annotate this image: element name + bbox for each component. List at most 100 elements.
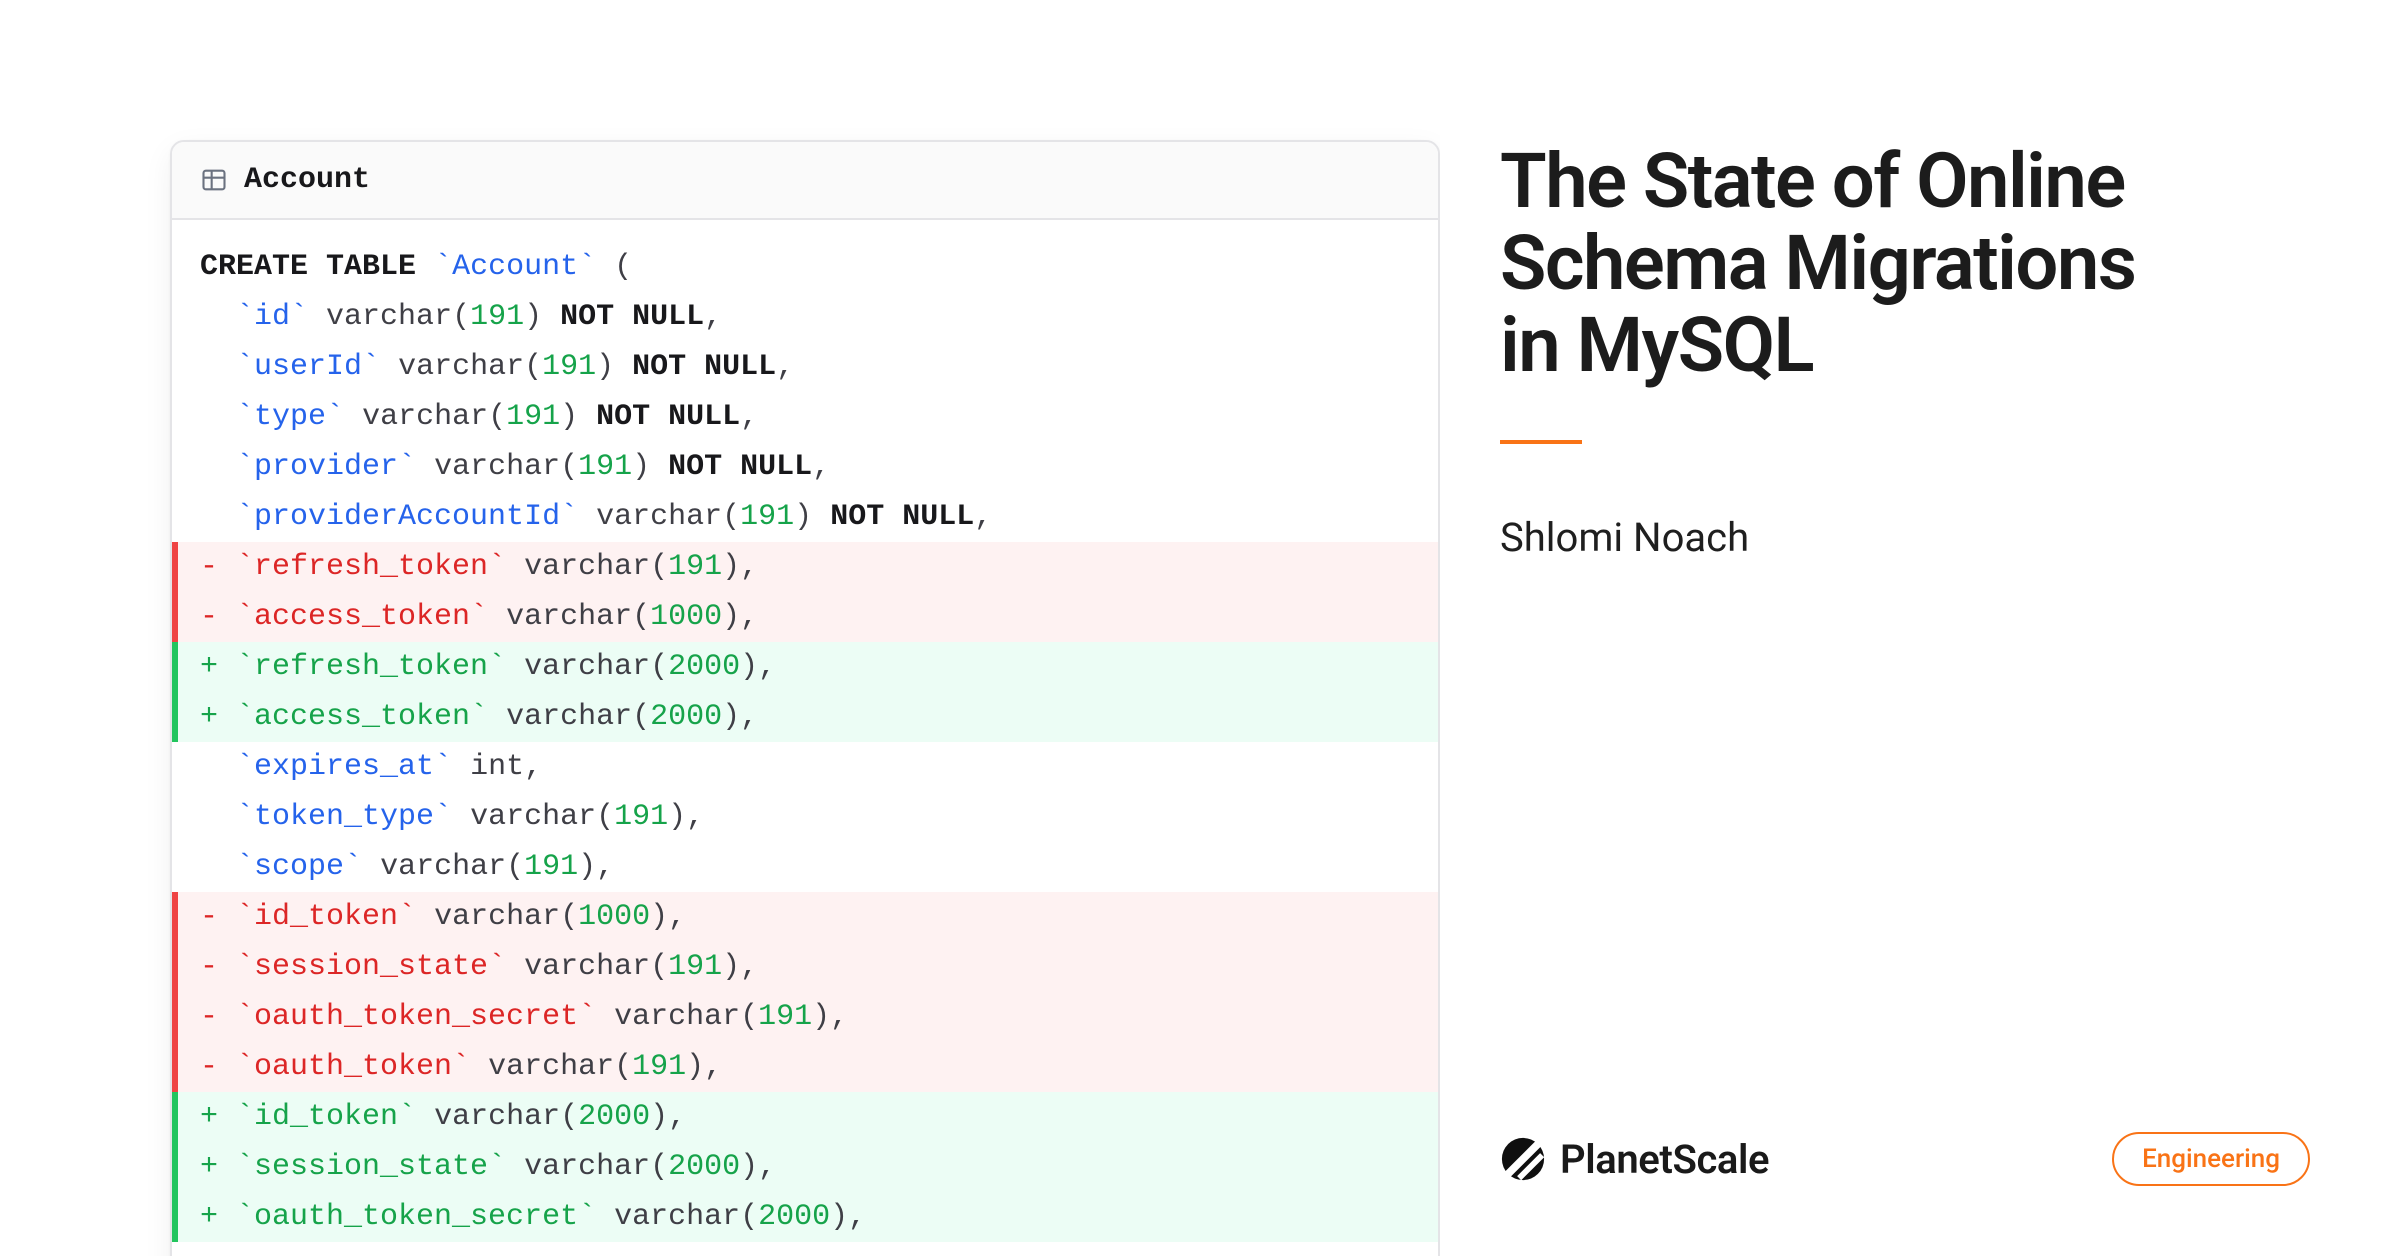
diff-sign: +	[200, 1142, 218, 1192]
sql-number: 2000	[650, 700, 722, 734]
sql-punct: )	[812, 1000, 830, 1034]
sql-identifier: `userId`	[236, 350, 380, 384]
sql-punct: )	[650, 1100, 668, 1134]
page-layout: Account CREATE TABLE `Account` ( `id` va…	[0, 0, 2400, 1256]
sql-punct: (	[740, 1200, 758, 1234]
planetscale-logo-icon	[1500, 1136, 1546, 1182]
sql-identifier: `oauth_token_secret`	[236, 1200, 596, 1234]
sql-punct: )	[668, 800, 686, 834]
sql-type: varchar	[398, 350, 524, 384]
brand-name: PlanetScale	[1560, 1136, 1769, 1183]
sql-type: varchar	[506, 700, 632, 734]
diff-line-added: + `oauth_token_secret` varchar(2000),	[172, 1192, 1438, 1242]
sql-punct: )	[596, 350, 614, 384]
sql-number: 2000	[668, 650, 740, 684]
diff-sign: -	[200, 942, 218, 992]
sql-number: 191	[524, 850, 578, 884]
sql-identifier: `access_token`	[236, 700, 488, 734]
sql-punct: (	[560, 450, 578, 484]
sql-punct: )	[632, 450, 650, 484]
sql-punct: )	[722, 600, 740, 634]
diff-line-removed: - `oauth_token_secret` varchar(191),	[172, 992, 1438, 1042]
sql-punct: ,	[668, 900, 686, 934]
article-title-line: in MySQL	[1500, 300, 1813, 390]
diff-sign: -	[200, 542, 218, 592]
sql-type: varchar	[326, 300, 452, 334]
sql-punct: )	[524, 300, 542, 334]
sql-punct: )	[740, 1150, 758, 1184]
sql-punct: )	[650, 900, 668, 934]
sql-punct: ,	[704, 1050, 722, 1084]
sql-identifier: `expires_at`	[236, 750, 452, 784]
sql-type: varchar	[488, 1050, 614, 1084]
sql-punct: (	[560, 1100, 578, 1134]
sql-number: 191	[668, 950, 722, 984]
sql-keyword: NOT NULL	[830, 500, 974, 534]
diff-line-added: + `session_state` varchar(2000),	[172, 1142, 1438, 1192]
sql-punct: (	[596, 800, 614, 834]
article-title-line: Schema Migrations	[1500, 218, 2135, 308]
sql-number: 191	[578, 450, 632, 484]
article-title-line: The State of Online	[1500, 136, 2125, 226]
sql-punct: (	[650, 550, 668, 584]
sql-number: 2000	[758, 1200, 830, 1234]
sql-type: varchar	[434, 900, 560, 934]
sql-punct: ,	[704, 300, 722, 334]
sql-identifier: `id`	[236, 300, 308, 334]
diff-line-context: `userId` varchar(191) NOT NULL,	[172, 342, 1438, 392]
sql-type: varchar	[470, 800, 596, 834]
sql-type: varchar	[434, 450, 560, 484]
sql-type: varchar	[524, 550, 650, 584]
sql-punct: ,	[740, 600, 758, 634]
diff-sign: +	[200, 1192, 218, 1242]
category-tag: Engineering	[2112, 1132, 2310, 1186]
sql-identifier: `Account`	[434, 250, 596, 284]
article-author: Shlomi Noach	[1500, 514, 2310, 561]
accent-divider	[1500, 440, 1582, 444]
diff-line-context: CREATE TABLE `Account` (	[172, 242, 1438, 292]
diff-line-removed: - `refresh_token` varchar(191),	[172, 542, 1438, 592]
diff-line-context: `provider` varchar(191) NOT NULL,	[172, 442, 1438, 492]
sql-type: varchar	[524, 950, 650, 984]
sql-type: varchar	[524, 1150, 650, 1184]
sql-punct: )	[560, 400, 578, 434]
sql-punct: ,	[686, 800, 704, 834]
sql-number: 191	[632, 1050, 686, 1084]
sql-punct: (	[650, 1150, 668, 1184]
diff-line-context: `scope` varchar(191),	[172, 842, 1438, 892]
sql-punct: )	[578, 850, 596, 884]
article-column: The State of Online Schema Migrations in…	[1440, 0, 2400, 1256]
diff-line-context: `providerAccountId` varchar(191) NOT NUL…	[172, 492, 1438, 542]
sql-punct: (	[740, 1000, 758, 1034]
diff-line-removed: - `id_token` varchar(1000),	[172, 892, 1438, 942]
sql-punct: ,	[740, 700, 758, 734]
sql-punct: ,	[758, 650, 776, 684]
sql-punct: (	[614, 1050, 632, 1084]
sql-punct: (	[524, 350, 542, 384]
diff-line-context: `id` varchar(191) NOT NULL,	[172, 292, 1438, 342]
sql-punct: ,	[848, 1200, 866, 1234]
sql-identifier: `refresh_token`	[236, 650, 506, 684]
diff-line-added: + `access_token` varchar(2000),	[172, 692, 1438, 742]
sql-identifier: `oauth_token_secret`	[236, 1000, 596, 1034]
sql-identifier: `id_token`	[236, 1100, 416, 1134]
sql-punct: ,	[758, 1150, 776, 1184]
sql-keyword: NOT NULL	[596, 400, 740, 434]
sql-punct: ,	[812, 450, 830, 484]
sql-punct: (	[560, 900, 578, 934]
sql-number: 191	[668, 550, 722, 584]
diff-sign: +	[200, 1092, 218, 1142]
sql-punct: ,	[830, 1000, 848, 1034]
sql-number: 191	[614, 800, 668, 834]
sql-punct: )	[722, 550, 740, 584]
diff-line-context: `type` varchar(191) NOT NULL,	[172, 392, 1438, 442]
code-body: CREATE TABLE `Account` ( `id` varchar(19…	[172, 220, 1438, 1242]
sql-punct: ,	[524, 750, 542, 784]
diff-sign: -	[200, 592, 218, 642]
sql-number: 1000	[578, 900, 650, 934]
code-panel: Account CREATE TABLE `Account` ( `id` va…	[170, 140, 1440, 1256]
sql-keyword: CREATE TABLE	[200, 250, 416, 284]
sql-punct: )	[794, 500, 812, 534]
sql-identifier: `providerAccountId`	[236, 500, 578, 534]
sql-punct: ,	[974, 500, 992, 534]
